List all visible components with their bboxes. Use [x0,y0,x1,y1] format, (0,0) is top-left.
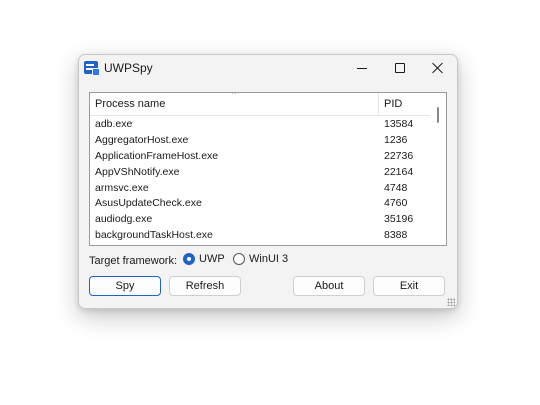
list-item[interactable]: AggregatorHost.exe 1236 [90,132,430,148]
scrollbar-thumb[interactable] [437,107,439,123]
maximize-icon [395,63,405,73]
radio-label: WinUI 3 [249,253,289,265]
list-item[interactable]: AsusUpdateCheck.exe 4760 [90,195,430,211]
process-name: AsusUpdateCheck.exe [95,197,202,210]
process-pid: 4748 [384,181,408,194]
list-item[interactable]: adb.exe 13584 [90,116,430,132]
list-item[interactable]: backgroundTaskHost.exe 8388 [90,227,430,243]
process-pid: 35196 [384,213,414,226]
radio-uwp[interactable]: UWP [183,253,225,265]
framework-label: Target framework: [89,255,178,267]
about-button[interactable]: About [293,276,365,296]
column-divider[interactable] [378,93,379,115]
process-name: AggregatorHost.exe [95,133,189,146]
process-name: armsvc.exe [95,181,149,194]
vertical-scrollbar[interactable] [432,93,446,245]
sort-ascending-icon: ⌃ [230,92,238,100]
process-pid: 13584 [384,118,414,130]
exit-button[interactable]: Exit [373,276,445,296]
spy-button[interactable]: Spy [89,276,161,296]
process-pid: 22164 [384,165,414,178]
process-name: backgroundTaskHost.exe [95,229,213,242]
process-name: audiodg.exe [95,213,153,226]
minimize-icon [357,67,367,69]
process-pid: 4760 [384,197,408,210]
radio-unchecked-icon [233,253,245,265]
process-list[interactable]: ⌃ Process name PID adb.exe 13584 Aggrega… [89,92,447,246]
window-title: UWPSpy [104,61,153,75]
maximize-button[interactable] [381,55,419,81]
app-icon [84,61,100,76]
list-header: ⌃ Process name PID [90,93,430,116]
column-header-pid[interactable]: PID [384,98,402,110]
uwpspy-window: UWPSpy ⌃ Process name PID adb.exe 13584 … [78,54,458,309]
radio-label: UWP [199,253,225,265]
title-bar[interactable]: UWPSpy [79,55,457,81]
process-name: adb.exe [95,118,133,130]
radio-winui3[interactable]: WinUI 3 [233,253,288,265]
resize-grip-icon[interactable] [447,298,455,306]
list-item[interactable]: ApplicationFrameHost.exe 22736 [90,148,430,164]
process-name: AppVShNotify.exe [95,165,180,178]
close-button[interactable] [419,55,457,81]
list-item[interactable]: armsvc.exe 4748 [90,180,430,196]
radio-checked-icon [183,253,195,265]
column-header-process-name[interactable]: Process name [95,98,165,110]
refresh-button[interactable]: Refresh [169,276,241,296]
minimize-button[interactable] [343,55,381,81]
process-pid: 1236 [384,133,408,146]
close-icon [432,62,444,74]
process-pid: 8388 [384,229,408,242]
process-name: ApplicationFrameHost.exe [95,149,219,162]
list-item[interactable]: AppVShNotify.exe 22164 [90,164,430,180]
process-pid: 22736 [384,149,414,162]
list-item[interactable]: audiodg.exe 35196 [90,211,430,227]
list-rows: adb.exe 13584 AggregatorHost.exe 1236 Ap… [90,116,430,243]
